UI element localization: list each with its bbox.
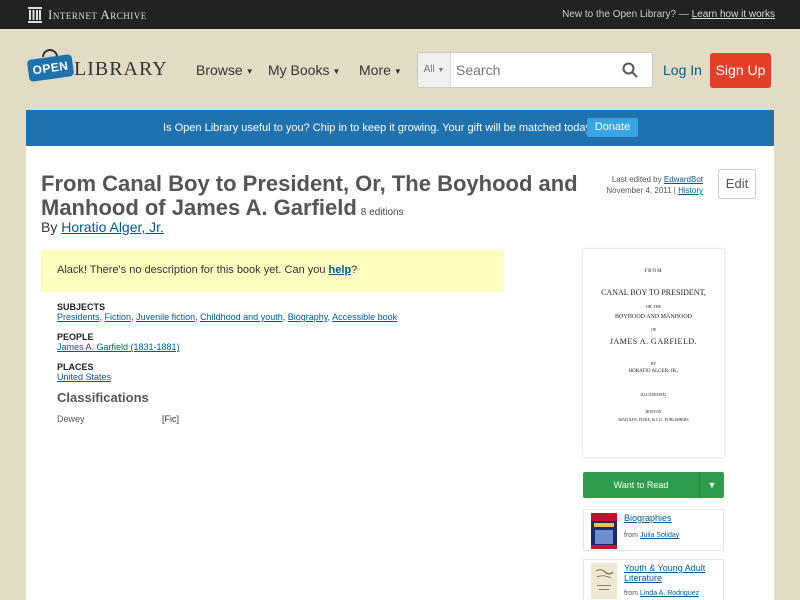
- subject-link[interactable]: Biography: [288, 312, 328, 322]
- list-thumbnail-icon: [591, 563, 617, 599]
- list-thumbnail-icon: [591, 513, 617, 549]
- cover-line: FROM: [644, 269, 663, 274]
- nav-more-label: More: [359, 62, 391, 78]
- by-label: By: [41, 219, 58, 235]
- book-page-content: From Canal Boy to President, Or, The Boy…: [26, 146, 774, 600]
- cover-line: BY: [650, 361, 657, 366]
- place-link[interactable]: United States: [57, 372, 111, 382]
- site-header: OPEN LIBRARY Browse ▼ My Books ▼ More ▼ All…: [0, 29, 800, 109]
- cover-line: CANAL BOY TO PRESIDENT,: [601, 288, 706, 297]
- nav-my-books[interactable]: My Books ▼: [268, 62, 340, 78]
- list-name-link[interactable]: Youth & Young Adult Literature: [624, 563, 724, 583]
- subjects-section: Subjects Presidents, Fiction, Juvenile f…: [57, 302, 397, 322]
- archive-building-icon: [28, 6, 42, 23]
- last-edited-info: Last edited by EdwardBot November 4, 201…: [606, 174, 703, 196]
- search-scope-select[interactable]: All ▼: [418, 53, 451, 87]
- logo-open-badge: OPEN: [26, 53, 75, 83]
- book-cover[interactable]: FROM CANAL BOY TO PRESIDENT, OR, THE BOY…: [583, 249, 724, 457]
- list-name-link[interactable]: Biographies: [624, 513, 724, 523]
- person-link[interactable]: James A. Garfield (1831-1881): [57, 342, 180, 352]
- description-end: ?: [351, 264, 358, 276]
- subject-link[interactable]: Fiction: [105, 312, 132, 322]
- book-title-heading: From Canal Boy to President, Or, The Boy…: [41, 172, 581, 225]
- donation-text: Is Open Library useful to you? Chip in t…: [163, 122, 595, 134]
- chevron-down-icon: ▼: [437, 67, 445, 74]
- people-label: People: [57, 332, 94, 342]
- places-label: Places: [57, 362, 94, 372]
- people-section: People James A. Garfield (1831-1881): [57, 332, 180, 352]
- search-scope-label: All: [423, 64, 435, 75]
- internet-archive-bar: Internet Archive New to the Open Library…: [0, 0, 800, 29]
- cover-line: HORATIO ALGER, JR.,: [628, 369, 679, 374]
- learn-how-link[interactable]: Learn how it works: [692, 9, 775, 20]
- author-link[interactable]: Horatio Alger, Jr.: [61, 219, 164, 235]
- nav-more[interactable]: More ▼: [359, 62, 402, 78]
- search-input[interactable]: [456, 62, 616, 78]
- subject-link[interactable]: Accessible book: [332, 312, 397, 322]
- internet-archive-logo[interactable]: Internet Archive: [28, 6, 147, 23]
- new-user-text: New to the Open Library? —: [562, 9, 689, 20]
- subjects-label: Subjects: [57, 302, 106, 312]
- caret-down-icon: ▼: [707, 480, 717, 490]
- list-from-label: from: [624, 532, 638, 539]
- last-edited-prefix: Last edited by: [611, 175, 662, 184]
- classifications-heading: Classifications: [57, 390, 149, 405]
- description-text: Alack! There's no description for this b…: [57, 264, 326, 276]
- donation-banner: Is Open Library useful to you? Chip in t…: [26, 110, 774, 146]
- cover-line: DeWOLFE, FISKE, & CO., PUBLISHERS: [618, 417, 689, 422]
- cover-line: OR, THE: [645, 304, 662, 309]
- want-to-read-dropdown[interactable]: ▼: [699, 472, 724, 498]
- history-link[interactable]: History: [678, 186, 703, 195]
- editor-link[interactable]: EdwardBot: [664, 175, 703, 184]
- help-link[interactable]: help: [329, 264, 352, 276]
- subject-link[interactable]: Juvenile fiction: [136, 312, 195, 322]
- cover-line: BOYHOOD AND MANHOOD: [614, 314, 692, 320]
- list-owner: from Julia Soliday: [624, 532, 679, 539]
- list-item[interactable]: Biographies from Julia Soliday: [583, 509, 724, 551]
- edit-button[interactable]: Edit: [718, 169, 756, 199]
- new-user-prompt: New to the Open Library? — Learn how it …: [562, 9, 775, 20]
- donate-button[interactable]: Donate: [587, 118, 638, 137]
- cover-line: ILLUSTRATED.: [640, 392, 667, 397]
- last-edited-date: November 4, 2011 |: [606, 186, 676, 195]
- chevron-down-icon: ▼: [393, 66, 402, 76]
- chevron-down-icon: ▼: [245, 66, 254, 76]
- want-to-read-button[interactable]: Want to Read ▼: [583, 472, 724, 498]
- subject-link[interactable]: Childhood and youth: [200, 312, 283, 322]
- description-box: Alack! There's no description for this b…: [41, 250, 504, 292]
- want-to-read-label: Want to Read: [613, 480, 669, 490]
- internet-archive-label: Internet Archive: [48, 6, 147, 22]
- logo-library-text: LIBRARY: [74, 58, 168, 80]
- nav-my-books-label: My Books: [268, 62, 330, 78]
- byline: By Horatio Alger, Jr.: [41, 219, 164, 235]
- list-item[interactable]: Youth & Young Adult Literature from Lind…: [583, 559, 724, 600]
- signup-button[interactable]: Sign Up: [710, 53, 771, 88]
- search-bar: All ▼: [417, 52, 653, 88]
- cover-line: OF: [650, 327, 657, 332]
- cover-line: BOSTON: [645, 409, 662, 414]
- list-owner-link[interactable]: Julia Soliday: [640, 532, 679, 539]
- list-from-label: from: [624, 590, 638, 597]
- cover-line: JAMES A. GARFIELD.: [609, 337, 698, 346]
- subject-link[interactable]: Presidents: [57, 312, 100, 322]
- subjects-list: Presidents, Fiction, Juvenile fiction, C…: [57, 312, 398, 322]
- dewey-value: [Fic]: [162, 414, 179, 424]
- chevron-down-icon: ▼: [332, 66, 341, 76]
- list-owner-link[interactable]: Linda A. Rodriguez: [640, 590, 699, 597]
- dewey-label: Dewey: [57, 414, 85, 424]
- list-owner: from Linda A. Rodriguez: [624, 590, 699, 597]
- book-title: From Canal Boy to President, Or, The Boy…: [41, 171, 578, 220]
- open-library-logo[interactable]: OPEN LIBRARY: [26, 49, 167, 87]
- search-icon[interactable]: [622, 62, 638, 78]
- nav-browse[interactable]: Browse ▼: [196, 62, 254, 78]
- nav-browse-label: Browse: [196, 62, 243, 78]
- places-section: Places United States: [57, 362, 111, 382]
- login-link[interactable]: Log In: [663, 62, 702, 78]
- editions-count: 8 editions: [360, 207, 404, 218]
